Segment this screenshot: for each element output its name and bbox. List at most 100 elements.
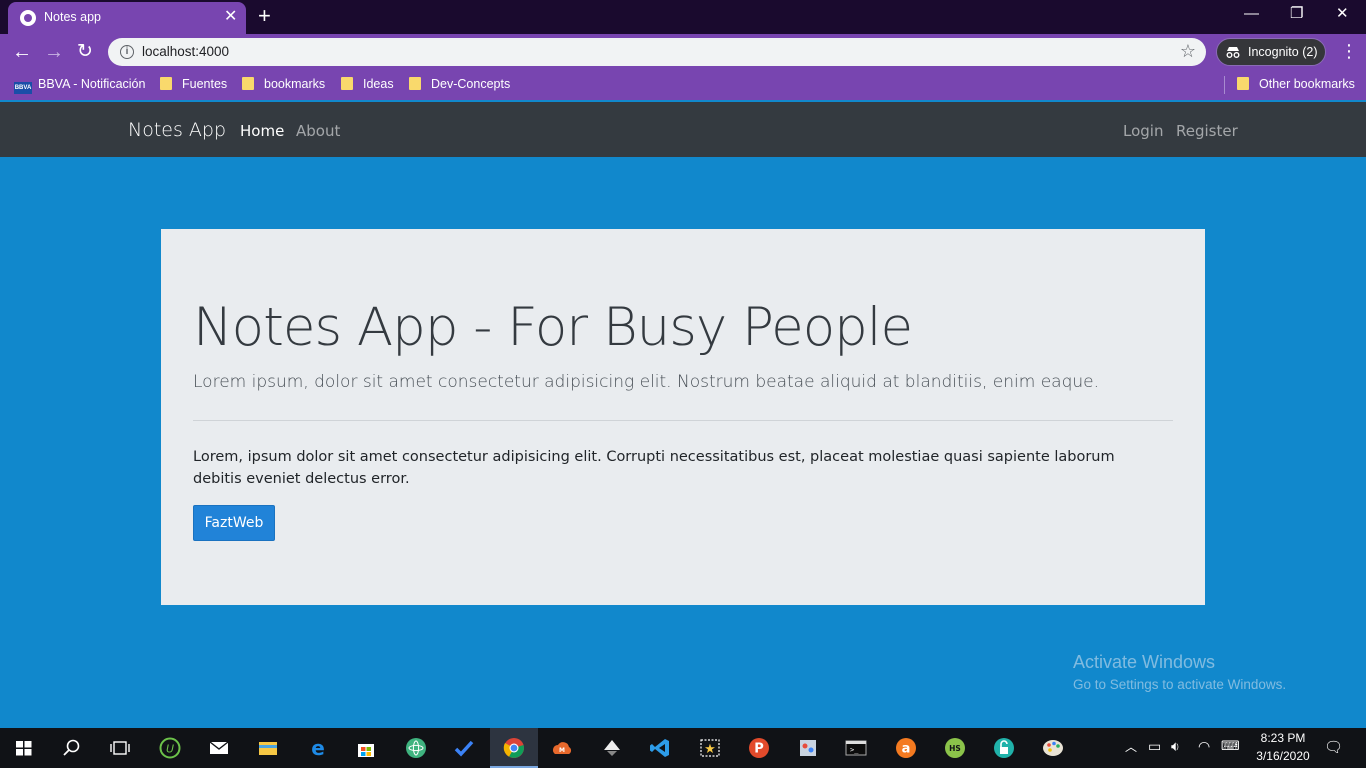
faztweb-button[interactable]: FaztWeb <box>193 505 275 541</box>
avast-icon: a <box>896 738 916 758</box>
svg-text:U: U <box>166 743 174 756</box>
address-bar[interactable]: i localhost:4000 ☆ <box>108 38 1206 66</box>
tab-title: Notes app <box>44 10 101 24</box>
terminal-icon: >_ <box>845 740 867 756</box>
psiphon-icon: P <box>749 738 769 758</box>
folder-icon <box>160 77 172 90</box>
taskbar-app-mail[interactable] <box>195 728 243 768</box>
hero-title: Notes App - For Busy People <box>193 297 913 358</box>
chrome-icon <box>503 738 524 758</box>
notifications-icon[interactable]: 🗨︎ <box>1324 738 1343 756</box>
taskbar-app-terminal[interactable]: >_ <box>832 728 880 768</box>
hero-body-text: Lorem, ipsum dolor sit amet consectetur … <box>193 449 1115 487</box>
bookmark-folder-dev-concepts[interactable]: Dev-Concepts <box>409 77 510 91</box>
close-tab-icon[interactable]: ✕ <box>224 7 237 27</box>
taskbar-search[interactable] <box>48 728 96 768</box>
taskbar-app-hotspot[interactable]: HS <box>931 728 979 768</box>
incognito-profile-button[interactable]: Incognito (2) <box>1216 38 1326 66</box>
bookmarks-bar: BBVA BBVA - Notificación Fuentes bookmark… <box>0 70 1366 100</box>
svg-text:>_: >_ <box>850 746 859 754</box>
site-navbar: Notes App Home About Login Register <box>0 102 1366 157</box>
volume-icon[interactable]: 🔉︎ <box>1171 738 1180 755</box>
taskbar-app-vscode[interactable] <box>636 728 684 768</box>
taskbar-app-utorrent[interactable]: U <box>146 728 194 768</box>
taskbar-task-view[interactable] <box>96 728 144 768</box>
taskbar-app-psiphon[interactable]: P <box>735 728 783 768</box>
browser-tab[interactable]: Notes app ✕ <box>8 2 246 34</box>
vscode-icon <box>650 739 669 757</box>
new-tab-button[interactable]: + <box>258 4 271 28</box>
hero-lead: Lorem ipsum, dolor sit amet consectetur … <box>193 372 1100 392</box>
taskbar-app-cloud[interactable]: M <box>538 728 586 768</box>
clock-time[interactable]: 8:23 PM <box>1255 731 1311 745</box>
taskbar-app-palette[interactable] <box>1029 728 1077 768</box>
bookmark-folder-fuentes[interactable]: Fuentes <box>160 77 227 91</box>
activate-windows-title: Activate Windows <box>1073 652 1216 672</box>
nav-register-link[interactable]: Register <box>1176 122 1238 140</box>
url-text[interactable]: localhost:4000 <box>142 44 229 59</box>
clock-date[interactable]: 3/16/2020 <box>1250 749 1316 763</box>
forward-button[interactable]: → <box>44 40 64 64</box>
taskbar-app-chrome[interactable] <box>490 728 538 768</box>
other-bookmarks[interactable]: Other bookmarks <box>1237 77 1355 91</box>
taskbar-app-paint[interactable] <box>784 728 832 768</box>
paint-palette-icon <box>1043 740 1063 756</box>
battery-icon[interactable]: ▭ <box>1148 738 1161 755</box>
nav-home-link[interactable]: Home <box>240 122 284 140</box>
taskbar-app-avast[interactable]: a <box>882 728 930 768</box>
utorrent-icon: U <box>159 737 181 759</box>
screenshot-icon: ★ <box>700 739 720 757</box>
svg-text:a: a <box>902 742 911 757</box>
taskbar-app-edge[interactable]: e <box>294 728 342 768</box>
todo-icon <box>454 740 474 757</box>
bookmark-folder-ideas[interactable]: Ideas <box>341 77 394 91</box>
globe-icon <box>20 10 36 26</box>
taskbar-app-atom[interactable] <box>392 728 440 768</box>
search-icon <box>63 739 80 756</box>
browser-toolbar: ← → ↻ i localhost:4000 ☆ Incognito (2) ⋮ <box>0 34 1366 70</box>
taskbar-app-file-explorer[interactable] <box>244 728 292 768</box>
browser-tab-strip: Notes app ✕ + — ❐ ✕ <box>0 0 1366 34</box>
nav-login-link[interactable]: Login <box>1123 122 1163 140</box>
bbva-icon: BBVA <box>14 82 32 94</box>
vpn-icon <box>994 738 1014 758</box>
taskbar-app-inkscape[interactable] <box>588 728 636 768</box>
taskbar-app-vpn[interactable] <box>980 728 1028 768</box>
bookmark-label: bookmarks <box>264 77 326 91</box>
minimize-button[interactable]: — <box>1244 4 1259 24</box>
store-icon <box>358 744 374 757</box>
bookmark-label: BBVA - Notificación <box>38 77 146 91</box>
bookmark-bbva[interactable]: BBVA BBVA - Notificación <box>14 77 145 94</box>
taskbar-app-store[interactable] <box>342 728 390 768</box>
close-window-button[interactable]: ✕ <box>1336 4 1349 24</box>
other-bookmarks-label: Other bookmarks <box>1259 77 1355 91</box>
bookmark-folder-bookmarks[interactable]: bookmarks <box>242 77 325 91</box>
bookmark-star-icon[interactable]: ☆ <box>1180 41 1196 62</box>
bookmarks-divider <box>1224 76 1225 94</box>
wifi-icon[interactable]: ◠ <box>1198 738 1210 755</box>
svg-text:HS: HS <box>949 744 961 753</box>
paint-icon <box>800 740 816 756</box>
taskbar-app-todo[interactable] <box>440 728 488 768</box>
navbar-brand[interactable]: Notes App <box>128 119 226 141</box>
svg-text:P: P <box>754 742 764 757</box>
restore-button[interactable]: ❐ <box>1290 4 1303 24</box>
browser-menu-icon[interactable]: ⋮ <box>1340 40 1358 62</box>
incognito-icon <box>1226 47 1240 58</box>
folder-icon <box>341 77 353 90</box>
folder-icon <box>409 77 421 90</box>
divider <box>193 420 1173 421</box>
back-button[interactable]: ← <box>12 40 32 64</box>
inkscape-icon <box>604 740 620 756</box>
start-button[interactable] <box>0 728 48 768</box>
info-icon[interactable]: i <box>120 45 134 59</box>
reload-button[interactable]: ↻ <box>77 40 93 64</box>
start-icon <box>16 741 32 756</box>
svg-text:e: e <box>311 737 325 759</box>
atom-icon <box>406 738 426 758</box>
taskbar-app-screenshot[interactable]: ★ <box>686 728 734 768</box>
show-hidden-icons-button[interactable]: ︿ <box>1125 738 1137 755</box>
keyboard-icon[interactable]: ⌨︎ <box>1221 738 1240 754</box>
nav-about-link[interactable]: About <box>296 122 340 140</box>
cloud-app-icon: M <box>553 742 572 754</box>
